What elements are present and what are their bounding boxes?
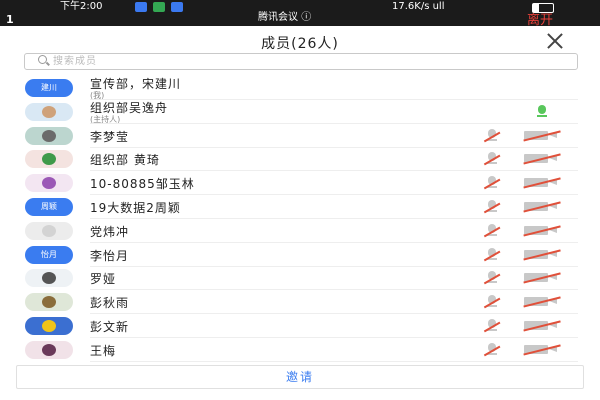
battery-icon bbox=[532, 3, 554, 13]
member-name: 王梅 bbox=[90, 343, 117, 358]
invite-button[interactable]: 邀请 bbox=[16, 365, 584, 389]
camera-off-icon[interactable] bbox=[523, 201, 561, 213]
member-row[interactable]: 王梅 bbox=[0, 338, 600, 362]
avatar: 周颖 bbox=[25, 198, 73, 216]
mic-muted-icon[interactable] bbox=[483, 271, 501, 285]
member-name: 党炜冲 bbox=[90, 224, 130, 239]
signal-icon: ull bbox=[432, 1, 445, 12]
member-row[interactable]: 组织部吴逸舟 (主持人) bbox=[0, 100, 600, 124]
camera-off-icon[interactable] bbox=[523, 130, 561, 141]
camera-off-icon[interactable] bbox=[523, 225, 561, 236]
status-time: 下午2:00 bbox=[60, 1, 103, 12]
mic-muted-icon[interactable] bbox=[483, 342, 501, 357]
camera-off-icon[interactable] bbox=[523, 320, 561, 332]
member-row[interactable]: 周颖 19大数据2周颖 bbox=[0, 195, 600, 219]
member-row[interactable]: 建川 宣传部，宋建川 (我) bbox=[0, 76, 600, 100]
mic-muted-icon[interactable] bbox=[483, 128, 501, 143]
search-icon bbox=[38, 55, 47, 64]
member-name: 罗娅 bbox=[90, 272, 117, 287]
mic-muted-icon[interactable] bbox=[483, 295, 501, 309]
search-box[interactable] bbox=[24, 53, 578, 70]
member-row[interactable]: 彭文新 bbox=[0, 314, 600, 338]
panel-title: 成员(26人) bbox=[261, 36, 339, 52]
mic-muted-icon[interactable] bbox=[483, 152, 501, 166]
meeting-title: 腾讯会议 ⓘ bbox=[258, 12, 312, 23]
member-row[interactable]: 罗娅 bbox=[0, 266, 600, 291]
mic-muted-icon[interactable] bbox=[483, 176, 501, 190]
avatar bbox=[25, 150, 73, 169]
avatar bbox=[25, 174, 73, 193]
member-row[interactable]: 彭秋雨 bbox=[0, 290, 600, 315]
member-name: 组织部 黄琦 bbox=[90, 153, 160, 168]
camera-off-icon[interactable] bbox=[523, 272, 561, 284]
panel-header: 成员(26人) bbox=[0, 26, 600, 56]
member-name: 李梦莹 bbox=[90, 129, 130, 144]
member-name: 19大数据2周颖 bbox=[90, 201, 181, 215]
avatar bbox=[25, 269, 73, 288]
avatar bbox=[25, 293, 73, 312]
avatar bbox=[25, 317, 73, 335]
avatar bbox=[25, 126, 73, 145]
member-name: 彭秋雨 bbox=[90, 296, 130, 311]
camera-off-icon[interactable] bbox=[523, 344, 561, 355]
camera-off-icon[interactable] bbox=[523, 296, 561, 308]
avatar bbox=[25, 102, 73, 121]
avatar: 建川 bbox=[25, 79, 73, 97]
row-divider bbox=[90, 360, 578, 362]
camera-off-icon[interactable] bbox=[523, 153, 561, 165]
member-name: 李怡月 bbox=[90, 248, 130, 263]
avatar: 怡月 bbox=[25, 245, 73, 264]
app-notification-icon bbox=[153, 2, 165, 12]
member-row[interactable]: 组织部 黄琦 bbox=[0, 147, 600, 172]
meeting-bar: 1 腾讯会议 ⓘ 离开 bbox=[0, 12, 600, 27]
search-input[interactable] bbox=[53, 54, 553, 69]
camera-off-icon[interactable] bbox=[523, 177, 561, 189]
member-row[interactable]: 10-80885邹玉林 bbox=[0, 171, 600, 196]
members-panel: 成员(26人) 建川宣传部，宋建川(我)组织部吴逸舟(主持人) 李梦莹 组织部 黄… bbox=[0, 26, 600, 400]
camera-off-icon[interactable] bbox=[523, 249, 561, 260]
avatar bbox=[25, 340, 73, 359]
left-mark: 1 bbox=[6, 13, 14, 26]
member-row[interactable]: 党炜冲 bbox=[0, 219, 600, 243]
member-name: 彭文新 bbox=[90, 320, 130, 334]
close-icon[interactable] bbox=[544, 30, 566, 52]
mic-on-icon[interactable] bbox=[534, 104, 550, 119]
mic-muted-icon[interactable] bbox=[483, 200, 501, 214]
info-icon[interactable]: ⓘ bbox=[301, 12, 311, 23]
member-row[interactable]: 李梦莹 bbox=[0, 124, 600, 148]
notification-icons bbox=[135, 2, 183, 12]
member-name: 10-80885邹玉林 bbox=[90, 177, 195, 192]
mic-muted-icon[interactable] bbox=[483, 319, 501, 333]
app-notification-icon bbox=[171, 2, 183, 12]
app-notification-icon bbox=[135, 2, 147, 12]
member-row[interactable]: 怡月 李怡月 bbox=[0, 243, 600, 267]
mic-muted-icon[interactable] bbox=[483, 247, 501, 262]
avatar bbox=[25, 221, 73, 240]
mic-muted-icon[interactable] bbox=[483, 223, 501, 238]
network-speed: 17.6K/s ull bbox=[392, 1, 445, 12]
